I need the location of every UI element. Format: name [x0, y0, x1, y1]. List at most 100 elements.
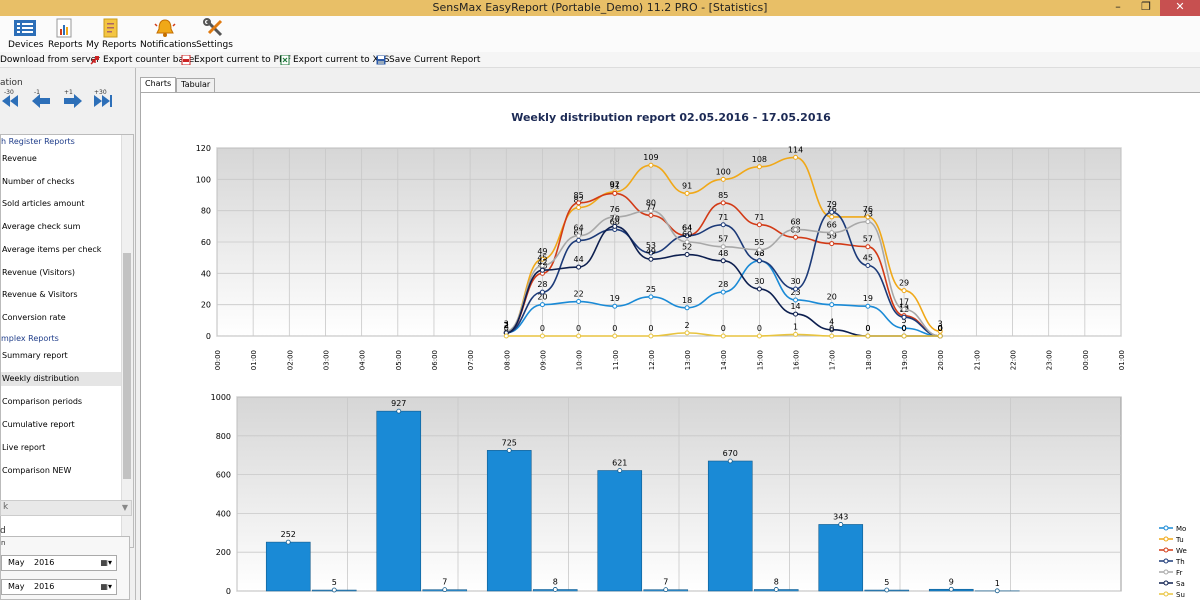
- ribbon: Devices Reports My Reports Notifications…: [0, 16, 1200, 52]
- bar-point: [552, 587, 558, 592]
- back-1-button[interactable]: -1: [30, 89, 54, 110]
- data-point: [720, 176, 726, 182]
- export-pdf-button[interactable]: Export current to PDF: [181, 53, 291, 67]
- list-item-weekly-distribution[interactable]: Weekly distribution: [1, 372, 121, 386]
- list-item-average-items[interactable]: Average items per check: [1, 243, 121, 257]
- data-point: [539, 289, 545, 295]
- back-30-button[interactable]: -30: [0, 89, 24, 110]
- list-item-sold-articles[interactable]: Sold articles amount: [1, 197, 121, 211]
- data-label: 0: [504, 324, 509, 333]
- notifications-button[interactable]: Notifications: [140, 16, 196, 52]
- close-button[interactable]: ✕: [1160, 0, 1200, 16]
- bar-point: [838, 522, 844, 527]
- y-tick-label: 1000: [211, 393, 231, 402]
- toolbar: Download from server Export counter base…: [0, 52, 1200, 68]
- list-item-live-report[interactable]: Live report: [1, 441, 121, 455]
- bar-label: 670: [723, 449, 738, 458]
- x-tick-label: 03:00: [322, 350, 330, 370]
- devices-button[interactable]: Devices: [8, 16, 43, 52]
- export-counter-base-button[interactable]: Export counter base: [90, 53, 194, 67]
- title-bar: SensMax EasyReport (Portable_Demo) 11.2 …: [0, 0, 1200, 16]
- calendar-icon[interactable]: ▦▾: [100, 558, 112, 567]
- bar-label: 927: [391, 399, 406, 408]
- data-point: [720, 258, 726, 264]
- list-item-comparison-new[interactable]: Comparison NEW: [1, 464, 121, 478]
- data-point: [829, 214, 835, 220]
- x-tick-label: 19:00: [901, 350, 909, 370]
- calendar-icon[interactable]: ▦▾: [100, 582, 112, 591]
- data-point: [612, 333, 618, 339]
- y-tick-label: 600: [216, 471, 231, 480]
- data-point: [648, 212, 654, 218]
- data-label: 57: [718, 235, 728, 244]
- bar-label: 5: [884, 578, 889, 587]
- data-label: 73: [863, 210, 873, 219]
- data-point: [901, 333, 907, 339]
- x-tick-label: 10:00: [576, 350, 584, 370]
- export-icon: [90, 56, 99, 65]
- report-list-scrollbar[interactable]: [121, 135, 133, 547]
- data-point: [829, 333, 835, 339]
- back-30-label: -30: [4, 89, 14, 96]
- my-reports-button[interactable]: My Reports: [86, 16, 136, 52]
- data-point: [865, 219, 871, 225]
- list-item-conversion-rate[interactable]: Conversion rate: [1, 311, 121, 325]
- navigation-buttons: -30 -1 +1 +30: [0, 89, 114, 112]
- date-from-field[interactable]: May 2016 ▦▾: [1, 555, 117, 571]
- data-point: [684, 190, 690, 196]
- settings-button[interactable]: Settings: [196, 16, 233, 52]
- data-point: [503, 333, 509, 339]
- x-tick-label: 13:00: [684, 350, 692, 370]
- list-item-summary-report[interactable]: Summary report: [1, 349, 121, 363]
- list-item-revenue-visitors[interactable]: Revenue (Visitors): [1, 266, 121, 280]
- data-label: 29: [899, 279, 909, 288]
- y-tick-label: 80: [201, 207, 211, 216]
- data-point: [829, 302, 835, 308]
- legend-marker: [1163, 558, 1169, 564]
- bar-label: 621: [612, 459, 627, 468]
- export-xls-button[interactable]: Export current to XLS: [280, 53, 389, 67]
- data-label: 44: [574, 255, 584, 264]
- y-tick-label: 200: [216, 548, 231, 557]
- data-label: 114: [788, 145, 803, 154]
- chevron-down-icon: ▼: [121, 503, 128, 512]
- data-label: 52: [682, 243, 692, 252]
- x-tick-label: 18:00: [865, 350, 873, 370]
- x-tick-label: 17:00: [829, 350, 837, 370]
- tab-tabular[interactable]: Tabular: [176, 78, 216, 92]
- period-type-select[interactable]: k ▼: [0, 500, 132, 516]
- x-tick-label: 02:00: [286, 350, 294, 370]
- list-item-revenue[interactable]: Revenue: [1, 152, 121, 166]
- reports-button[interactable]: Reports: [48, 16, 83, 52]
- forward-1-button[interactable]: +1: [60, 89, 84, 110]
- download-from-server-button[interactable]: Download from server: [0, 53, 100, 67]
- data-point: [756, 222, 762, 228]
- scrollbar-thumb[interactable]: [123, 253, 131, 479]
- data-point: [865, 333, 871, 339]
- date-to-field[interactable]: May 2016 ▦▾: [1, 579, 117, 595]
- data-label: 18: [682, 296, 692, 305]
- bar-label: 7: [442, 578, 447, 587]
- y-tick-label: 20: [201, 301, 211, 310]
- data-point: [865, 263, 871, 268]
- list-item-cumulative-report[interactable]: Cumulative report: [1, 418, 121, 432]
- list-item-comparison-periods[interactable]: Comparison periods: [1, 395, 121, 409]
- data-point: [576, 200, 582, 206]
- save-report-button[interactable]: Save Current Report: [376, 53, 480, 67]
- list-item-average-check-sum[interactable]: Average check sum: [1, 220, 121, 234]
- data-point: [756, 247, 762, 253]
- tab-charts[interactable]: Charts: [140, 77, 177, 92]
- data-point: [756, 286, 762, 292]
- list-item-revenue-and-visitors[interactable]: Revenue & Visitors: [1, 288, 121, 302]
- data-label: 68: [790, 217, 800, 226]
- data-point: [901, 306, 907, 312]
- save-icon: [376, 55, 386, 65]
- minimize-button[interactable]: –: [1104, 0, 1132, 16]
- data-point: [720, 333, 726, 339]
- forward-30-button[interactable]: +30: [90, 89, 114, 110]
- x-tick-label: 14:00: [720, 350, 728, 370]
- list-item-number-of-checks[interactable]: Number of checks: [1, 175, 121, 189]
- bar-label: 1: [995, 579, 1000, 588]
- data-label: 91: [682, 181, 692, 190]
- maximize-button[interactable]: ❐: [1132, 0, 1160, 16]
